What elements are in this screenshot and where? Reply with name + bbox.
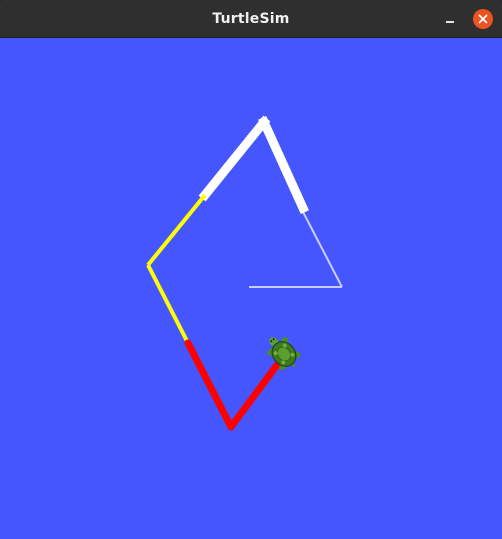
window-title: TurtleSim	[212, 11, 290, 27]
close-button[interactable]	[473, 9, 493, 29]
close-icon	[478, 14, 488, 24]
minimize-button[interactable]	[440, 9, 460, 29]
turtlesim-window: TurtleSim	[0, 0, 502, 539]
title-bar[interactable]: TurtleSim	[0, 0, 502, 38]
minimize-icon	[446, 21, 454, 23]
simulation-canvas	[0, 38, 502, 539]
